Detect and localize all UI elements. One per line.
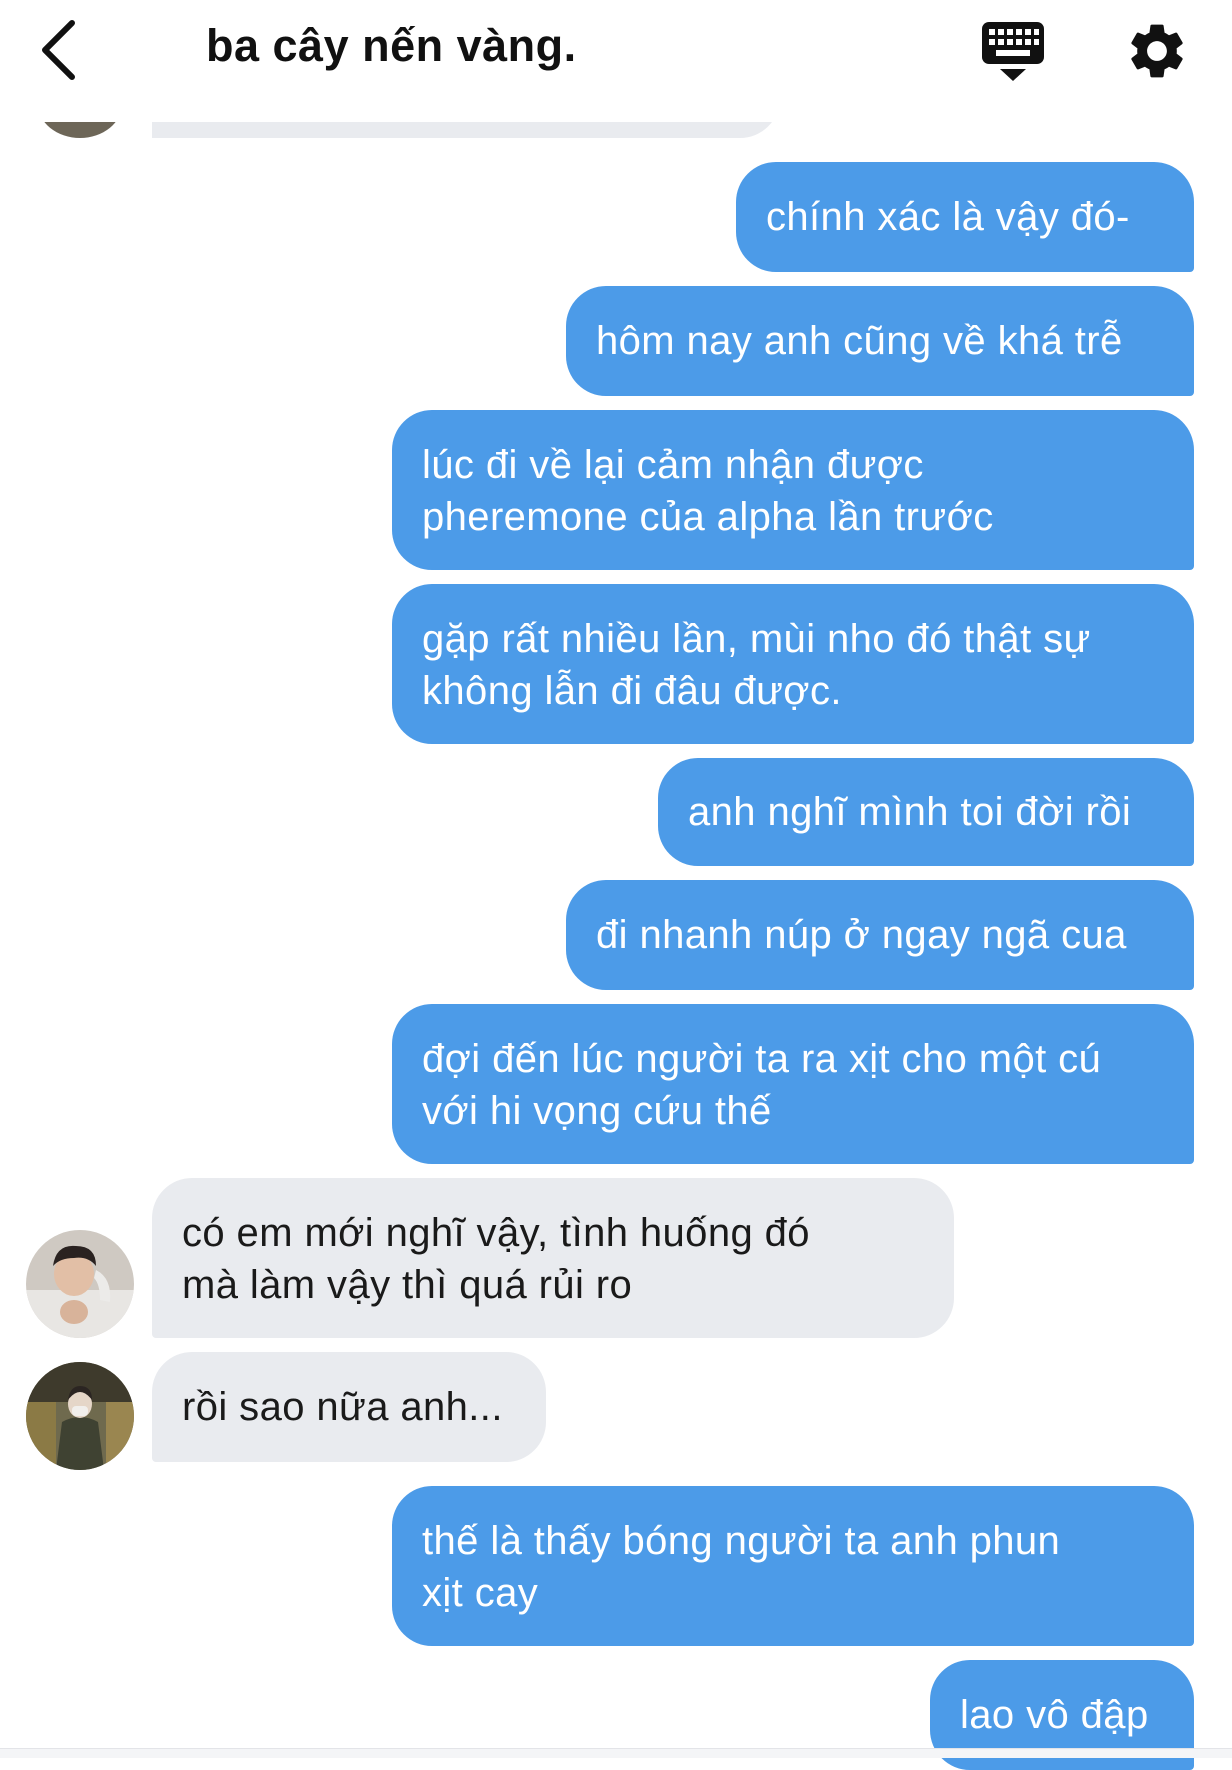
avatar-photo-2 [26, 1362, 134, 1470]
message-bubble-outgoing[interactable]: hôm nay anh cũng về khá trễ [566, 286, 1194, 396]
message-bubble-outgoing[interactable]: thế là thấy bóng người ta anh phun xịt c… [392, 1486, 1194, 1646]
message-bubble-outgoing[interactable]: đi nhanh núp ở ngay ngã cua [566, 880, 1194, 990]
gear-icon [1131, 24, 1183, 78]
message-bubble-outgoing[interactable]: đợi đến lúc người ta ra xịt cho một cú v… [392, 1004, 1194, 1164]
avatar-contact-1[interactable] [26, 1230, 134, 1338]
message-bubble-outgoing[interactable]: anh nghĩ mình toi đời rồi [658, 758, 1194, 866]
chat-header: ba cây nến vàng. [0, 0, 1232, 100]
settings-button[interactable] [1124, 18, 1190, 84]
keyboard-icon [982, 22, 1044, 81]
keyboard-button[interactable] [980, 18, 1048, 84]
back-button[interactable] [30, 14, 86, 86]
chevron-left-icon [42, 20, 75, 80]
avatar-contact-2[interactable] [26, 1362, 134, 1470]
message-bubble-outgoing[interactable]: lúc đi về lại cảm nhận được pheremone củ… [392, 410, 1194, 570]
message-bubble-outgoing[interactable]: chính xác là vậy đó- [736, 162, 1194, 272]
message-bubble-incoming[interactable]: rồi sao nữa anh... [152, 1352, 546, 1462]
message-bubble-incoming[interactable]: có em mới nghĩ vậy, tình huống đó mà làm… [152, 1178, 954, 1338]
chat-title: ba cây nến vàng. [206, 20, 577, 71]
message-bubble-outgoing[interactable]: gặp rất nhiều lần, mùi nho đó thật sự kh… [392, 584, 1194, 744]
avatar-photo-1 [26, 1230, 134, 1338]
